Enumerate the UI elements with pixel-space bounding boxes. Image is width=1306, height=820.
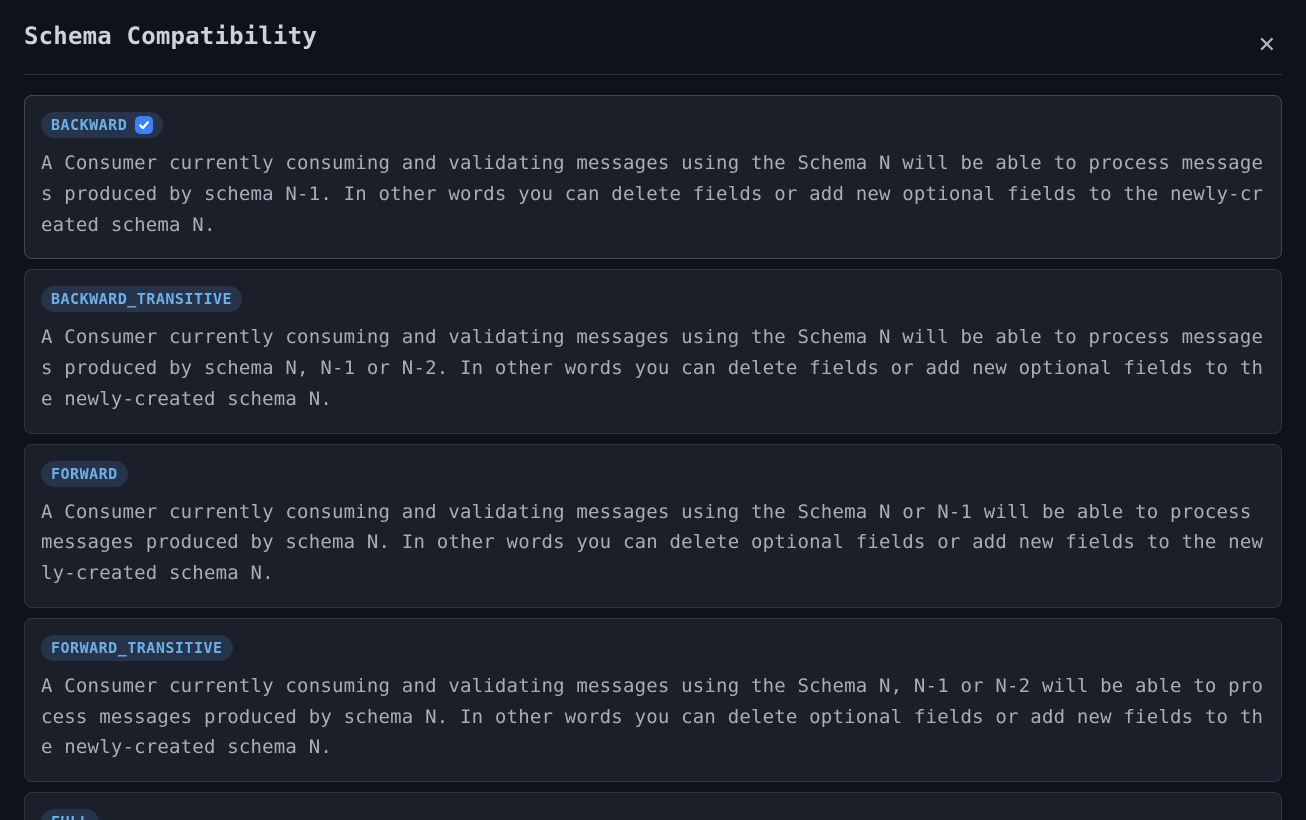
page-title: Schema Compatibility [24, 22, 317, 50]
check-icon [135, 116, 153, 134]
option-key: FORWARD_TRANSITIVE [51, 639, 223, 657]
schema-compatibility-panel[interactable]: Schema Compatibility ✕ BACKWARD A Consume… [0, 0, 1306, 820]
option-chip: FORWARD [41, 461, 128, 487]
option-description: A Consumer currently consuming and valid… [41, 322, 1265, 414]
option-chip: BACKWARD [41, 112, 163, 138]
compatibility-option[interactable]: FORWARD A Consumer currently consuming an… [24, 444, 1282, 608]
compatibility-option[interactable]: BACKWARD A Consumer currently consuming a… [24, 95, 1282, 259]
option-description: A Consumer currently consuming and valid… [41, 671, 1265, 763]
compatibility-option[interactable]: BACKWARD_TRANSITIVE A Consumer currently … [24, 269, 1282, 433]
option-chip: FORWARD_TRANSITIVE [41, 635, 233, 661]
option-key: FULL [51, 813, 89, 820]
options-list: BACKWARD A Consumer currently consuming a… [24, 95, 1282, 820]
option-key: FORWARD [51, 465, 118, 483]
option-chip: BACKWARD_TRANSITIVE [41, 286, 242, 312]
option-description: A Consumer currently consuming and valid… [41, 148, 1265, 240]
compatibility-option[interactable]: FULLFORWARD + BACKWARD Compatibility. [24, 792, 1282, 820]
close-icon: ✕ [1258, 32, 1276, 57]
panel-header: Schema Compatibility ✕ [24, 0, 1282, 75]
option-chip: FULL [41, 809, 99, 820]
option-key: BACKWARD_TRANSITIVE [51, 290, 232, 308]
compatibility-option[interactable]: FORWARD_TRANSITIVE A Consumer currently c… [24, 618, 1282, 782]
option-description: A Consumer currently consuming and valid… [41, 497, 1265, 589]
close-button[interactable]: ✕ [1252, 30, 1282, 60]
option-key: BACKWARD [51, 116, 127, 134]
